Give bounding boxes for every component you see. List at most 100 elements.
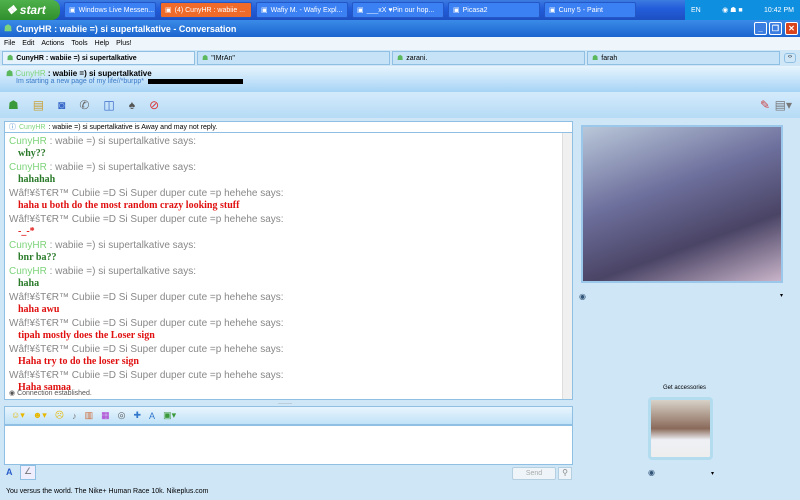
clock: 10:42 PM [764, 6, 794, 14]
scrollbar[interactable] [562, 133, 572, 399]
footer-ad[interactable]: You versus the world. The Nike+ Human Ra… [6, 488, 209, 495]
message-input[interactable] [4, 425, 573, 465]
games-icon[interactable]: ♠ [129, 98, 135, 112]
app-icon: ▣ [357, 7, 364, 14]
taskbar: ❖ start ▣ Windows Live Messen... ▣ (4) CunyH… [0, 0, 800, 20]
contact-icon: ☗ [592, 55, 599, 62]
tab-scroll-button[interactable]: ‹› [784, 53, 796, 63]
message-sender: Wâf!¥šT€R™ Cubiie =D Si Super duper cute… [9, 188, 284, 199]
close-button[interactable]: ✕ [785, 22, 798, 35]
message-text: bnr ba?? [18, 252, 57, 263]
message-text: haha awu [18, 304, 60, 315]
message-sender: CunyHR : wabiie =) si supertalkative say… [9, 266, 197, 277]
start-button[interactable]: ❖ start [0, 0, 60, 20]
app-icon: ▣ [453, 7, 460, 14]
get-accessories-link[interactable]: Get accessories [663, 385, 706, 391]
contact-status-icon: ☗ [6, 69, 16, 78]
window-title: CunyHR : wabiie =) si supertalkative - C… [16, 23, 237, 34]
input-toolbar: ☺▾ ☻▾ ☹ ♪ ▥ ▦ ◎ ✚ A ▣▾ [4, 406, 573, 425]
message-text: -_-* [18, 226, 35, 237]
message-text: tipah mostly does the Loser sign [18, 330, 155, 341]
message-list: CunyHR : wabiie =) si supertalkative say… [5, 136, 572, 394]
personal-message: Im starting a new page of my life//*burp… [16, 78, 145, 85]
call-icon[interactable]: ✆ [79, 98, 89, 112]
invite-contact-icon[interactable]: ☗ [8, 98, 19, 112]
redacted-bar [148, 79, 244, 84]
paint-brush-icon[interactable]: ✎ [760, 98, 770, 112]
tab-farah[interactable]: ☗ farah [587, 51, 780, 65]
plus-icon[interactable]: ✚ [134, 410, 142, 421]
webcam-icon[interactable]: ◉ [648, 468, 655, 477]
language-indicator[interactable]: EN [691, 7, 701, 14]
maximize-button[interactable]: ❐ [769, 22, 782, 35]
handwriting-icon[interactable]: ∠ [20, 465, 36, 480]
tab-zarani[interactable]: ☗ zarani. [392, 51, 585, 65]
tab-imran[interactable]: ☗ "IMrAn" [197, 51, 390, 65]
action-toolbar: ☗ ▤ ◙ ✆ ◫ ♠ ⊘ ✎ ▤▾ [0, 92, 800, 118]
windows-logo-icon: ❖ [6, 3, 17, 17]
video-call-icon[interactable]: ◙ [58, 98, 65, 112]
message-sender: Wâf!¥šT€R™ Cubiie =D Si Super duper cute… [9, 370, 284, 381]
message-sender: Wâf!¥šT€R™ Cubiie =D Si Super duper cute… [9, 292, 284, 303]
contact-icon: ☗ [7, 55, 14, 62]
taskbar-button[interactable]: ▣ ___xX ♥Pin our hop... [352, 2, 444, 18]
image-icon[interactable]: ▣▾ [163, 410, 176, 421]
nudge-icon[interactable]: ☹ [55, 410, 64, 421]
webcam-video [581, 125, 783, 283]
message-text: why?? [18, 148, 46, 159]
menu-actions[interactable]: Actions [41, 40, 64, 47]
webcam-icon[interactable]: ◉ [579, 292, 586, 301]
sound-icon[interactable]: ◎ [118, 410, 126, 421]
message-text: haha [18, 278, 40, 289]
voice-clip-icon[interactable]: ♪ [72, 411, 77, 421]
dropdown-icon[interactable]: ▾ [780, 292, 783, 299]
text-mode-icon[interactable]: A [6, 467, 13, 477]
message-sender: Wâf!¥šT€R™ Cubiie =D Si Super duper cute… [9, 344, 284, 355]
tab-cunyhr[interactable]: ☗ CunyHR : wabiie =) si supertalkative [2, 51, 195, 65]
menu-file[interactable]: File [4, 40, 15, 47]
messenger-icon: ☗ [4, 23, 13, 33]
app-icon: ▣ [165, 7, 172, 14]
menu-edit[interactable]: Edit [22, 40, 34, 47]
message-sender: CunyHR : wabiie =) si supertalkative say… [9, 136, 197, 147]
menu-help[interactable]: Help [95, 40, 109, 47]
tray-icons: ◉ ☗ ■ [722, 7, 743, 14]
message-sender: Wâf!¥šT€R™ Cubiie =D Si Super duper cute… [9, 318, 284, 329]
font-icon[interactable]: A [149, 411, 155, 421]
conversation-history: ⓘ CunyHR : wabiie =) si supertalkative is… [4, 121, 573, 400]
menu-tools[interactable]: Tools [71, 40, 87, 47]
wink-icon[interactable]: ☻▾ [33, 410, 47, 421]
block-icon[interactable]: ⊘ [149, 98, 159, 112]
emoticon-icon[interactable]: ☺▾ [11, 410, 25, 421]
gallery-icon[interactable]: ▦ [101, 410, 110, 421]
menu-plus[interactable]: Plus! [116, 40, 132, 47]
send-button[interactable]: Send [512, 467, 556, 480]
contact-header: ☗ CunyHR : wabiie =) si supertalkative I… [0, 66, 800, 92]
menu-bar: File Edit Actions Tools Help Plus! [0, 37, 800, 50]
message-sender: CunyHR : wabiie =) si supertalkative say… [9, 240, 197, 251]
connection-status: ◉ Connection established. [9, 390, 92, 397]
info-icon: ⓘ [9, 124, 16, 131]
send-files-icon[interactable]: ▤ [33, 98, 44, 112]
contact-name[interactable]: CunyHR [15, 69, 45, 78]
task-list: ▣ Windows Live Messen... ▣ (4) CunyHR : wab… [60, 2, 636, 18]
message-text: hahahah [18, 174, 56, 185]
taskbar-button[interactable]: ▣ (4) CunyHR : wabiie ... [160, 2, 252, 18]
title-bar: ☗ CunyHR : wabiie =) si supertalkative -… [0, 20, 800, 37]
options-menu-icon[interactable]: ▤▾ [775, 98, 792, 112]
system-tray: EN ◉ ☗ ■ 10:42 PM [685, 0, 800, 20]
taskbar-button[interactable]: ▣ Cuny 5 - Paint [544, 2, 636, 18]
app-icon: ▣ [261, 7, 268, 14]
taskbar-button[interactable]: ▣ Picasa2 [448, 2, 540, 18]
display-picture[interactable] [648, 397, 713, 460]
activities-icon[interactable]: ◫ [103, 98, 114, 112]
message-sender: Wâf!¥šT€R™ Cubiie =D Si Super duper cute… [9, 214, 284, 225]
search-icon[interactable]: ⚲ [558, 467, 572, 480]
dropdown-icon[interactable]: ▾ [711, 470, 714, 477]
taskbar-button[interactable]: ▣ Wafiy M. - Wafiy Expl... [256, 2, 348, 18]
contact-icon: ☗ [202, 55, 209, 62]
taskbar-button[interactable]: ▣ Windows Live Messen... [64, 2, 156, 18]
background-icon[interactable]: ▥ [85, 410, 94, 421]
away-notice: ⓘ CunyHR : wabiie =) si supertalkative is… [5, 122, 572, 133]
minimize-button[interactable]: _ [754, 22, 767, 35]
